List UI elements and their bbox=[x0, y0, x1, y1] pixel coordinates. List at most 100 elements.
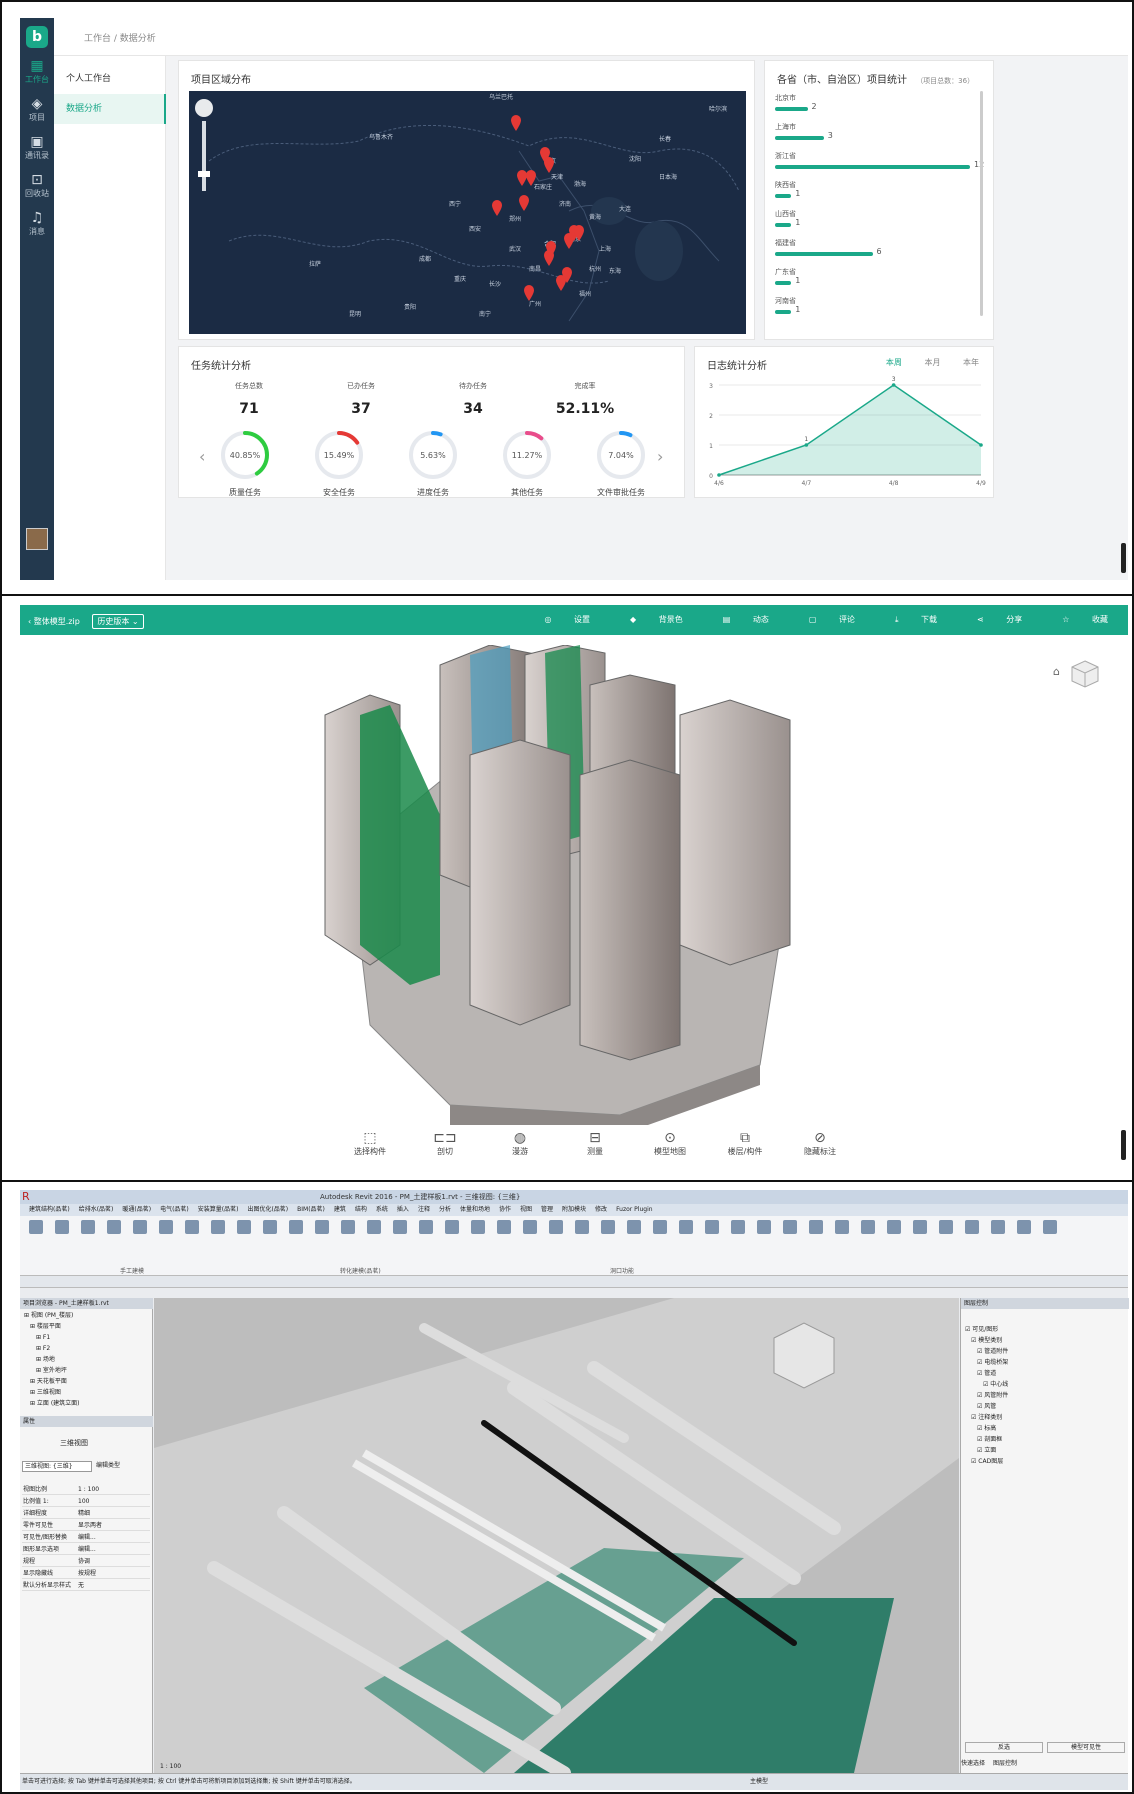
carousel-next-button[interactable]: › bbox=[657, 447, 663, 466]
ribbon-button[interactable] bbox=[988, 1220, 1008, 1236]
map-pin-icon[interactable] bbox=[556, 275, 566, 291]
layer-tree-item[interactable]: ☑ CAD图层 bbox=[965, 1456, 1008, 1467]
layer-tree-item[interactable]: ☑ 风管 bbox=[965, 1401, 1008, 1412]
ribbon-button[interactable] bbox=[572, 1220, 592, 1236]
property-row[interactable]: 比例值 1: 100 bbox=[22, 1496, 150, 1507]
province-scrollbar[interactable] bbox=[980, 91, 983, 316]
tab-year[interactable]: 本年 bbox=[963, 358, 979, 367]
ribbon-button[interactable] bbox=[1014, 1220, 1034, 1236]
ribbon-button[interactable] bbox=[286, 1220, 306, 1236]
browser-tree-item[interactable]: ⊞ 视图 (PM_楼层) bbox=[24, 1310, 80, 1321]
app-logo[interactable]: b bbox=[26, 26, 48, 48]
ribbon-button[interactable] bbox=[208, 1220, 228, 1236]
ribbon-button[interactable] bbox=[468, 1220, 488, 1236]
viewer-action-0[interactable]: ◎ 设置 bbox=[524, 615, 590, 624]
tool-measure[interactable]: ⊟ 测量 bbox=[565, 1130, 625, 1157]
viewer-action-3[interactable]: ▢ 评论 bbox=[789, 615, 855, 624]
browser-tree-item[interactable]: ⊞ 室外地坪 bbox=[24, 1365, 80, 1376]
model-visibility-button[interactable]: 模型可见性 bbox=[1047, 1742, 1125, 1753]
ribbon-button[interactable] bbox=[832, 1220, 852, 1236]
ribbon-button[interactable] bbox=[156, 1220, 176, 1236]
ribbon-button[interactable] bbox=[858, 1220, 878, 1236]
ribbon-tab[interactable]: 电气(品茗) bbox=[160, 1204, 189, 1216]
revit-logo-icon[interactable]: R bbox=[22, 1190, 30, 1203]
tool-select[interactable]: ⬚ 选择构件 bbox=[340, 1130, 400, 1157]
map-pin-icon[interactable] bbox=[519, 195, 529, 211]
property-row[interactable]: 图形显示选项 编辑... bbox=[22, 1544, 150, 1555]
map-zoom-slider[interactable] bbox=[202, 121, 206, 191]
property-row[interactable]: 视图比例 1 : 100 bbox=[22, 1484, 150, 1495]
tab-month[interactable]: 本月 bbox=[924, 358, 940, 367]
ribbon-button[interactable] bbox=[442, 1220, 462, 1236]
ribbon-button[interactable] bbox=[234, 1220, 254, 1236]
layer-tree-item[interactable]: ☑ 风管附件 bbox=[965, 1390, 1008, 1401]
map-pin-icon[interactable] bbox=[564, 233, 574, 249]
ribbon-button[interactable] bbox=[806, 1220, 826, 1236]
viewer-action-5[interactable]: ⋖ 分享 bbox=[957, 615, 1022, 624]
ribbon-button[interactable] bbox=[676, 1220, 696, 1236]
property-row[interactable]: 可见性/图形替换 编辑... bbox=[22, 1532, 150, 1543]
ribbon-button[interactable] bbox=[130, 1220, 150, 1236]
project-region-map[interactable]: 乌兰巴托乌鲁木齐北京天津石家庄渤海黄海东海日本海上海西宁成都重庆贵阳长沙武汉南昌… bbox=[189, 91, 746, 334]
ribbon-tab[interactable]: 出图优化(品茗) bbox=[247, 1204, 288, 1216]
carousel-prev-button[interactable]: ‹ bbox=[199, 447, 205, 466]
subnav-personal-workbench[interactable]: 个人工作台 bbox=[54, 64, 166, 94]
property-value[interactable]: 100 bbox=[78, 1496, 89, 1507]
ribbon-tab[interactable]: BIM(品茗) bbox=[297, 1204, 325, 1216]
ribbon-tab[interactable]: 结构 bbox=[355, 1204, 367, 1216]
ribbon-button[interactable] bbox=[702, 1220, 722, 1236]
browser-tree-item[interactable]: ⊞ F2 bbox=[24, 1343, 80, 1354]
model-file-name[interactable]: 整体模型.zip bbox=[34, 617, 80, 626]
map-pin-icon[interactable] bbox=[517, 170, 527, 186]
back-icon[interactable]: ‹ bbox=[28, 617, 31, 626]
ribbon-tab[interactable]: 管理 bbox=[541, 1204, 553, 1216]
view-selector[interactable]: 三维视图: {三维} bbox=[22, 1461, 92, 1472]
ribbon-button[interactable] bbox=[78, 1220, 98, 1236]
sidebar-item-trash[interactable]: ⊡ 回收站 bbox=[20, 172, 54, 199]
ribbon-tab[interactable]: 插入 bbox=[397, 1204, 409, 1216]
layer-tree-item[interactable]: ☑ 模型类别 bbox=[965, 1335, 1008, 1346]
tab-quick-select[interactable]: 快速选择 bbox=[961, 1760, 985, 1767]
invert-selection-button[interactable]: 反选 bbox=[965, 1742, 1043, 1753]
ribbon-button[interactable] bbox=[338, 1220, 358, 1236]
property-row[interactable]: 显示隐藏线 按规程 bbox=[22, 1568, 150, 1579]
ribbon-button[interactable] bbox=[780, 1220, 800, 1236]
tab-week[interactable]: 本周 bbox=[886, 358, 902, 367]
browser-tree-item[interactable]: ⊞ F1 bbox=[24, 1332, 80, 1343]
map-pin-icon[interactable] bbox=[544, 250, 554, 266]
sidebar-item-contacts[interactable]: ▣ 通讯录 bbox=[20, 134, 54, 161]
property-value[interactable]: 精细 bbox=[78, 1508, 90, 1519]
ribbon-tab[interactable]: 体量和场地 bbox=[460, 1204, 490, 1216]
ribbon-button[interactable] bbox=[728, 1220, 748, 1236]
property-value[interactable]: 编辑... bbox=[78, 1544, 96, 1555]
layer-tree-item[interactable]: ☑ 可见/图形 bbox=[965, 1324, 1008, 1335]
viewer-action-2[interactable]: ▤ 动态 bbox=[703, 615, 769, 624]
ribbon-tab[interactable]: 建筑结构(品茗) bbox=[29, 1204, 70, 1216]
map-zoom-knob[interactable] bbox=[198, 171, 210, 177]
ribbon-tab[interactable]: 注释 bbox=[418, 1204, 430, 1216]
map-pin-icon[interactable] bbox=[524, 285, 534, 301]
ribbon-button[interactable] bbox=[364, 1220, 384, 1236]
map-pin-icon[interactable] bbox=[511, 115, 521, 131]
property-value[interactable]: 显示两者 bbox=[78, 1520, 102, 1531]
property-row[interactable]: 零件可见性 显示两者 bbox=[22, 1520, 150, 1531]
ribbon-button[interactable] bbox=[962, 1220, 982, 1236]
sidebar-item-project[interactable]: ◈ 项目 bbox=[20, 96, 54, 123]
viewer-action-1[interactable]: ◆ 背景色 bbox=[610, 615, 683, 624]
property-value[interactable]: 按规程 bbox=[78, 1568, 96, 1579]
edit-type-button[interactable]: 编辑类型 bbox=[96, 1461, 150, 1472]
ribbon-button[interactable] bbox=[1040, 1220, 1060, 1236]
ribbon-tab[interactable]: 附加模块 bbox=[562, 1204, 586, 1216]
sidebar-item-messages[interactable]: ♫ 消息 bbox=[20, 210, 54, 237]
viewer-action-6[interactable]: ☆ 收藏 bbox=[1042, 615, 1108, 624]
ribbon-tab[interactable]: 系统 bbox=[376, 1204, 388, 1216]
page-scrollbar[interactable] bbox=[1121, 1130, 1126, 1160]
property-row[interactable]: 默认分析显示样式无 bbox=[22, 1580, 150, 1591]
ribbon-tab[interactable]: 暖通(品茗) bbox=[122, 1204, 151, 1216]
property-row[interactable]: 详细程度 精细 bbox=[22, 1508, 150, 1519]
tool-map-pin[interactable]: ⊙ 模型地图 bbox=[640, 1130, 700, 1157]
subnav-data-analysis[interactable]: 数据分析 bbox=[54, 94, 166, 124]
tool-section[interactable]: ⊏⊐ 剖切 bbox=[415, 1130, 475, 1157]
view-scale[interactable]: 1 : 100 bbox=[160, 1763, 181, 1770]
layer-tree-item[interactable]: ☑ 管道附件 bbox=[965, 1346, 1008, 1357]
